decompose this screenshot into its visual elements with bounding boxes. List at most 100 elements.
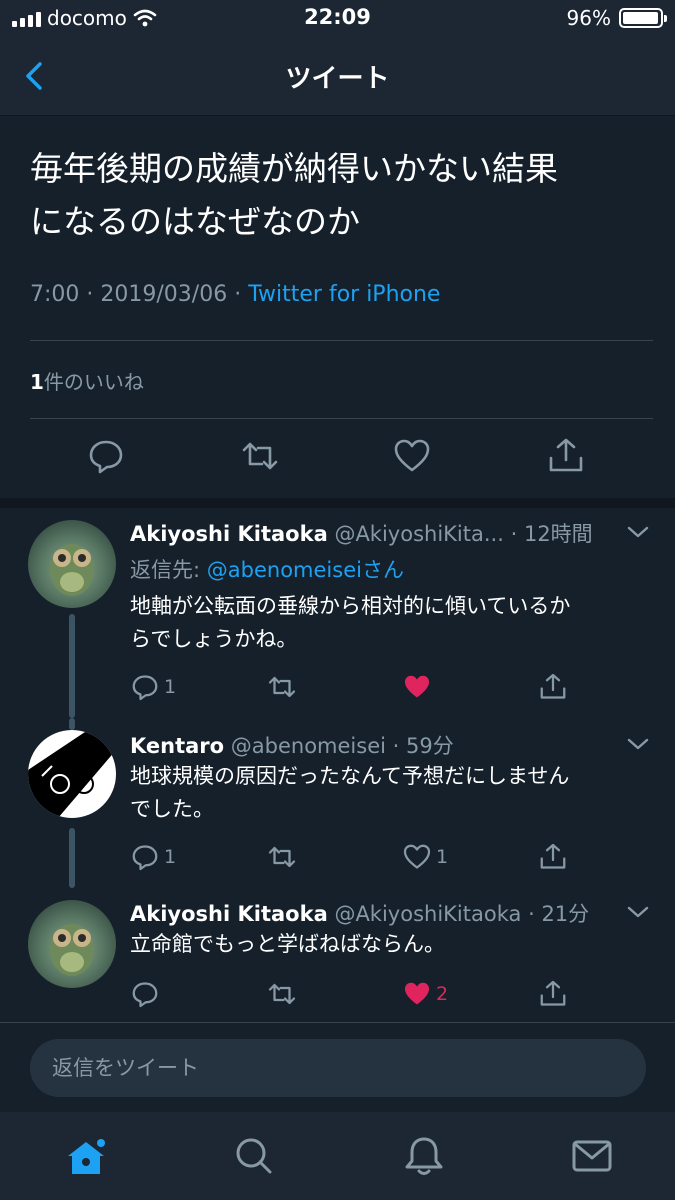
- reply-count: 1: [164, 676, 177, 698]
- retweet-button[interactable]: [267, 841, 297, 873]
- main-tweet-actions: [0, 436, 675, 486]
- reply-body-line: らでしょうかね。: [130, 627, 298, 651]
- heart-filled-icon: [405, 982, 429, 1005]
- like-label: 件のいいね: [43, 370, 144, 394]
- tweet-source-link[interactable]: Twitter for iPhone: [248, 282, 440, 307]
- like-button[interactable]: 2: [402, 978, 448, 1010]
- reply-to: 返信先: @abenomeiseiさん: [130, 554, 404, 584]
- reply-body: 立命館でもっと学ばねばならん。: [130, 928, 650, 961]
- battery-fill: [623, 12, 658, 24]
- reply-body-line: 地球規模の原因だったなんて予想だにしません: [130, 764, 570, 788]
- heart-icon: [394, 439, 430, 472]
- reply-input[interactable]: 返信をツイート: [30, 1039, 646, 1097]
- share-button[interactable]: [538, 841, 568, 873]
- reply-header: Akiyoshi Kitaoka @AkiyoshiKitaoka · 21分: [130, 902, 590, 926]
- author-handle[interactable]: @AkiyoshiKita...: [334, 522, 503, 546]
- tab-bar: [0, 1112, 675, 1200]
- page-title: ツイート: [285, 64, 390, 94]
- heart-icon: [403, 844, 431, 869]
- reply-to-mention[interactable]: @abenomeiseiさん: [207, 558, 404, 582]
- reply-time: 12時間: [523, 522, 593, 546]
- notifications-icon: [405, 1137, 443, 1175]
- home-icon: [68, 1139, 105, 1174]
- likes-summary[interactable]: 1件のいいね: [30, 366, 144, 395]
- reply-actions: 1 1: [130, 841, 650, 873]
- reply-header: Kentaro @abenomeisei · 59分: [130, 734, 454, 758]
- like-button[interactable]: 1: [402, 841, 448, 873]
- reply-button[interactable]: [130, 978, 164, 1010]
- avatar[interactable]: [28, 520, 116, 608]
- nav-bar: ツイート: [0, 38, 675, 116]
- chevron-down-icon: [627, 906, 649, 918]
- kentaro-avatar-image: [28, 730, 116, 818]
- tab-messages[interactable]: [570, 1134, 614, 1178]
- tweet-meta: 7:00 · 2019/03/06 · Twitter for iPhone: [30, 282, 441, 307]
- section-separator: [0, 498, 675, 508]
- avatar[interactable]: [28, 730, 116, 818]
- reply-time: 21分: [541, 902, 590, 926]
- author-name[interactable]: Kentaro: [130, 734, 224, 758]
- reply-tweet[interactable]: Akiyoshi Kitaoka @AkiyoshiKita... · 12時間…: [0, 508, 675, 718]
- tweet-date: 2019/03/06: [100, 282, 228, 307]
- reply-body-line: 立命館でもっと学ばねばならん。: [130, 932, 445, 956]
- reply-tweet[interactable]: Akiyoshi Kitaoka @AkiyoshiKitaoka · 21分 …: [0, 888, 675, 1022]
- reply-header: Akiyoshi Kitaoka @AkiyoshiKita... · 12時間: [130, 522, 593, 546]
- reply-icon: [132, 845, 158, 871]
- reply-count: 1: [164, 846, 177, 868]
- reply-icon: [132, 675, 158, 701]
- owl-avatar-image: [50, 924, 94, 976]
- more-options-button[interactable]: [625, 522, 651, 542]
- owl-avatar-image: [50, 544, 94, 596]
- reply-tweet[interactable]: Kentaro @abenomeisei · 59分 地球規模の原因だったなんて…: [0, 718, 675, 888]
- retweet-button[interactable]: [267, 978, 297, 1010]
- thread-line: [69, 828, 75, 888]
- author-handle[interactable]: @abenomeisei: [231, 734, 386, 758]
- retweet-icon: [242, 442, 278, 470]
- more-options-button[interactable]: [625, 734, 651, 754]
- reply-to-label: 返信先:: [130, 558, 207, 582]
- share-button[interactable]: [538, 671, 568, 703]
- tab-home[interactable]: [64, 1134, 108, 1178]
- battery-icon: [619, 8, 667, 28]
- author-name[interactable]: Akiyoshi Kitaoka: [130, 522, 328, 546]
- reply-body: 地球規模の原因だったなんて予想だにしません でした。: [130, 760, 650, 826]
- main-tweet: 毎年後期の成績が納得いかない結果 になるのはなぜなのか 7:00 · 2019/…: [0, 116, 675, 498]
- reply-icon: [132, 982, 158, 1008]
- tab-notifications[interactable]: [402, 1134, 446, 1178]
- status-bar: docomo 22:09 96%: [0, 0, 675, 38]
- retweet-button[interactable]: [267, 671, 297, 703]
- divider: [30, 340, 653, 341]
- avatar[interactable]: [28, 900, 116, 988]
- compose-bar: 返信をツイート: [0, 1022, 675, 1112]
- search-icon: [236, 1138, 272, 1174]
- like-button[interactable]: [392, 436, 432, 476]
- reply-body: 地軸が公転面の垂線から相対的に傾いているか らでしょうかね。: [130, 590, 650, 656]
- tweet-time: 7:00: [30, 282, 80, 307]
- like-button[interactable]: [402, 671, 436, 703]
- heart-filled-icon: [405, 675, 429, 698]
- reply-icon: [89, 440, 123, 474]
- author-handle[interactable]: @AkiyoshiKitaoka: [334, 902, 521, 926]
- messages-icon: [572, 1140, 612, 1172]
- retweet-icon: [268, 983, 296, 1005]
- share-button[interactable]: [538, 978, 568, 1010]
- reply-button[interactable]: [86, 436, 126, 476]
- reply-button[interactable]: 1: [130, 671, 176, 703]
- reply-actions: 1: [130, 671, 650, 703]
- divider: [30, 418, 653, 419]
- share-icon: [540, 980, 566, 1006]
- reply-actions: 2: [130, 978, 650, 1010]
- retweet-button[interactable]: [240, 436, 280, 476]
- reply-time: 59分: [406, 734, 454, 758]
- tab-search[interactable]: [232, 1134, 276, 1178]
- reply-button[interactable]: 1: [130, 841, 176, 873]
- share-icon: [549, 438, 583, 472]
- share-button[interactable]: [546, 436, 586, 476]
- author-name[interactable]: Akiyoshi Kitaoka: [130, 902, 328, 926]
- reply-body-line: でした。: [130, 797, 214, 821]
- battery-percent: 96%: [566, 6, 611, 30]
- more-options-button[interactable]: [625, 902, 651, 922]
- chevron-down-icon: [627, 526, 649, 538]
- retweet-icon: [268, 846, 296, 868]
- tweet-text: 毎年後期の成績が納得いかない結果 になるのはなぜなのか: [30, 142, 650, 248]
